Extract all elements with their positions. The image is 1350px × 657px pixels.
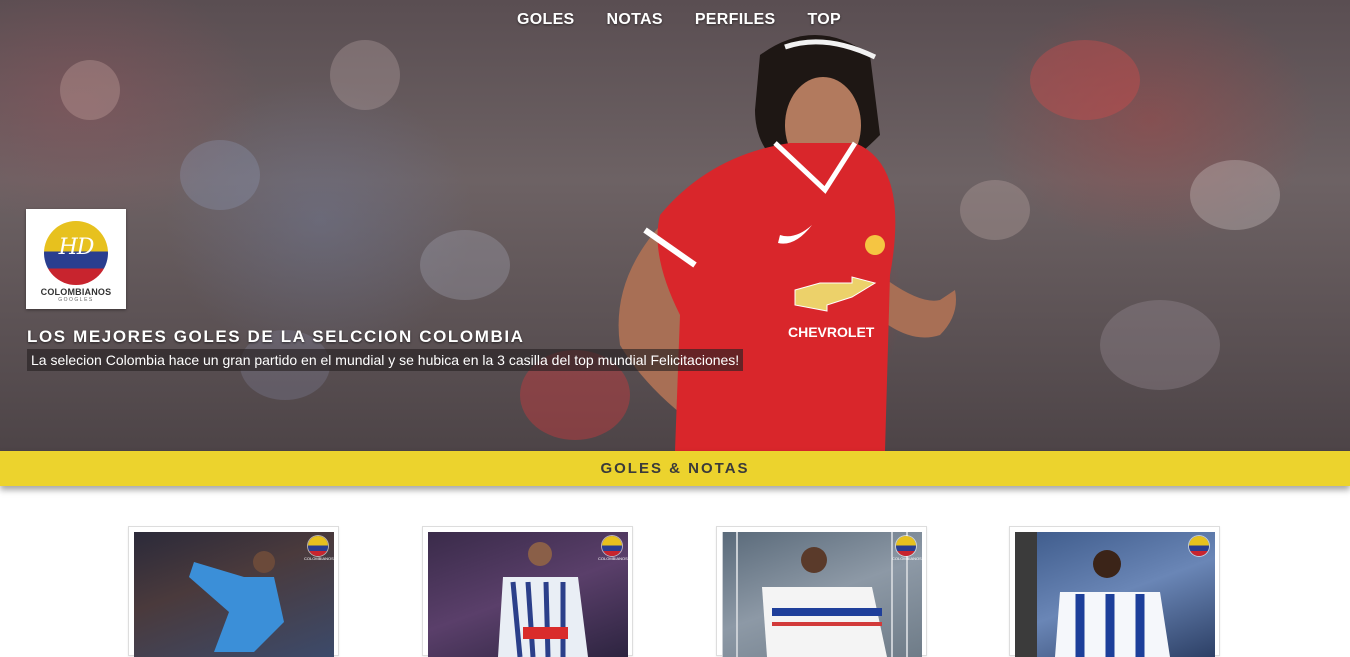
- jersey-sponsor: CHEVROLET: [788, 324, 875, 340]
- crowd-blur: [1100, 300, 1220, 390]
- card-3[interactable]: COLOMBIANOS: [716, 526, 927, 657]
- player-photo: CHEVROLET: [618, 35, 956, 451]
- card-badge-label: COLOMBIANOS: [304, 556, 334, 561]
- nav-item-top[interactable]: TOP: [805, 10, 843, 30]
- crowd-blur: [420, 230, 510, 300]
- card-grid: COLOMBIANOS COLOMBIANOS COLOMBIANOS: [0, 526, 1350, 657]
- crowd-blur: [330, 40, 400, 110]
- hero-subtitle: La selecion Colombia hace un gran partid…: [27, 349, 744, 371]
- section-title: GOLES & NOTAS: [600, 460, 750, 477]
- logo-badge-icon: [308, 536, 328, 556]
- site-logo[interactable]: HD COLOMBIANOS GOOGLES: [26, 209, 126, 309]
- player-photo: [722, 532, 908, 657]
- logo-badge-icon: [602, 536, 622, 556]
- card-2[interactable]: COLOMBIANOS: [422, 526, 633, 657]
- player-photo: [498, 542, 588, 657]
- logo-badge-icon: [1189, 536, 1209, 556]
- nav-item-notas[interactable]: NOTAS: [605, 10, 665, 30]
- card-image: COLOMBIANOS: [428, 532, 628, 657]
- crowd-blur: [60, 60, 120, 120]
- logo-tagline: GOOGLES: [58, 297, 94, 303]
- logo-name: COLOMBIANOS: [40, 287, 112, 297]
- logo-mark: HD: [58, 235, 95, 260]
- card-badge-label: COLOMBIANOS: [598, 556, 628, 561]
- card-1[interactable]: COLOMBIANOS: [128, 526, 339, 657]
- hero-banner: CHEVROLET GOLES NOTAS PERFILES TOP HD CO…: [0, 0, 1350, 451]
- card-image: COLOMBIANOS: [134, 532, 334, 657]
- player-photo: [1015, 532, 1170, 657]
- logo-badge-icon: [896, 536, 916, 556]
- hero-title: LOS MEJORES GOLES DE LA SELCCION COLOMBI…: [27, 327, 525, 346]
- nav-item-goles[interactable]: GOLES: [515, 10, 577, 30]
- crowd-blur: [1190, 160, 1280, 230]
- crowd-blur: [1030, 40, 1140, 120]
- main-nav: GOLES NOTAS PERFILES TOP: [515, 10, 843, 30]
- player-photo: [189, 551, 284, 652]
- section-band: GOLES & NOTAS: [0, 451, 1350, 486]
- crowd-blur: [960, 180, 1030, 240]
- card-image: COLOMBIANOS: [722, 532, 922, 657]
- nav-item-perfiles[interactable]: PERFILES: [693, 10, 778, 30]
- card-4[interactable]: [1009, 526, 1220, 657]
- card-badge-label: COLOMBIANOS: [892, 556, 922, 561]
- logo-emblem: HD: [44, 221, 108, 285]
- crowd-blur: [180, 140, 260, 210]
- card-image: [1015, 532, 1215, 657]
